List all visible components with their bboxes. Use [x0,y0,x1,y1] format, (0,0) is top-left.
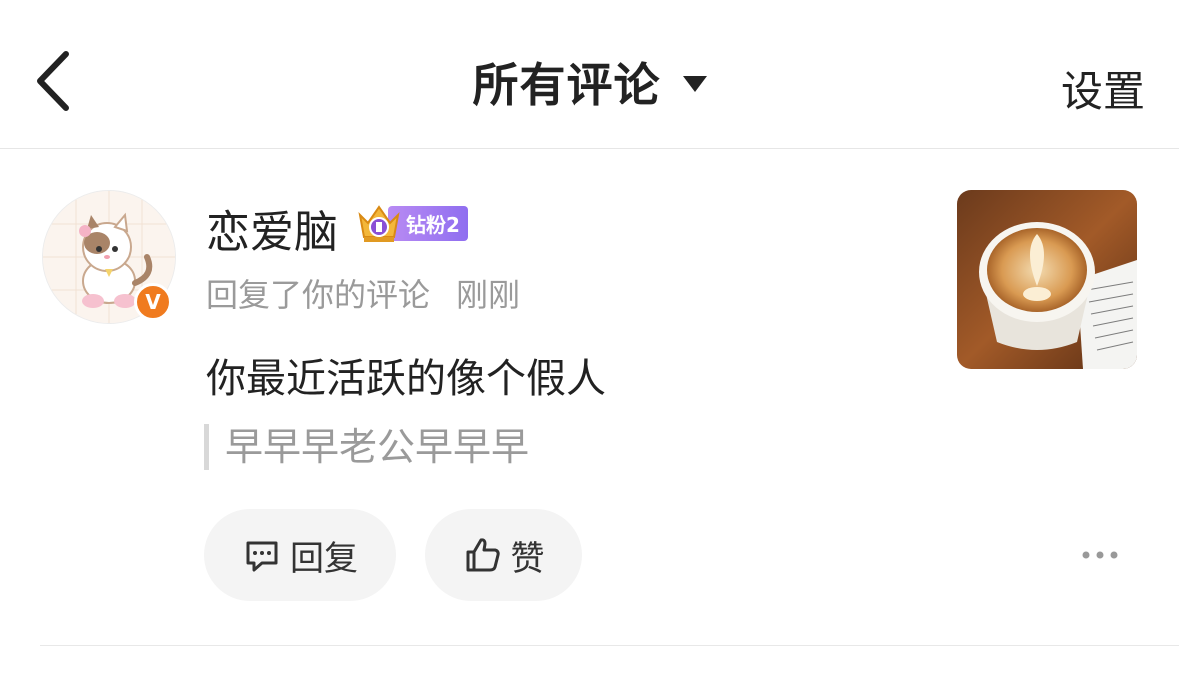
like-label: 赞 [510,538,545,579]
comment-meta: 回复了你的评论 刚刚 [206,270,520,316]
like-button[interactable]: 赞 [425,509,582,601]
username[interactable]: 恋爱脑 [206,196,338,260]
thumbs-up-icon [466,538,500,572]
timestamp: 刚刚 [456,276,521,314]
notification-page: 所有评论 设置 V 恋爱脑 钻粉2 回复了你的评论 刚刚 你最近活跃的像个假人 … [0,0,1179,683]
top-bar: 所有评论 设置 [0,0,1179,149]
quoted-comment[interactable]: 早早早老公早早早 [204,424,529,470]
reply-label: 回复 [290,538,358,579]
reply-button[interactable]: 回复 [204,509,396,601]
divider [40,645,1179,646]
post-thumbnail[interactable] [957,190,1137,369]
comment-content: 你最近活跃的像个假人 [206,356,606,402]
page-title: 所有评论 [472,58,661,112]
reply-action-text: 回复了你的评论 [206,276,431,314]
crown-icon [358,205,400,242]
title-dropdown[interactable]: 所有评论 [0,50,1179,114]
verified-icon: V [134,283,172,321]
settings-button[interactable]: 设置 [1061,58,1145,119]
fan-level-badge[interactable]: 钻粉2 [356,201,468,245]
more-icon[interactable] [1080,545,1120,565]
comment-icon [246,541,278,572]
latte-image [957,190,1137,369]
caret-down-icon [682,76,707,92]
